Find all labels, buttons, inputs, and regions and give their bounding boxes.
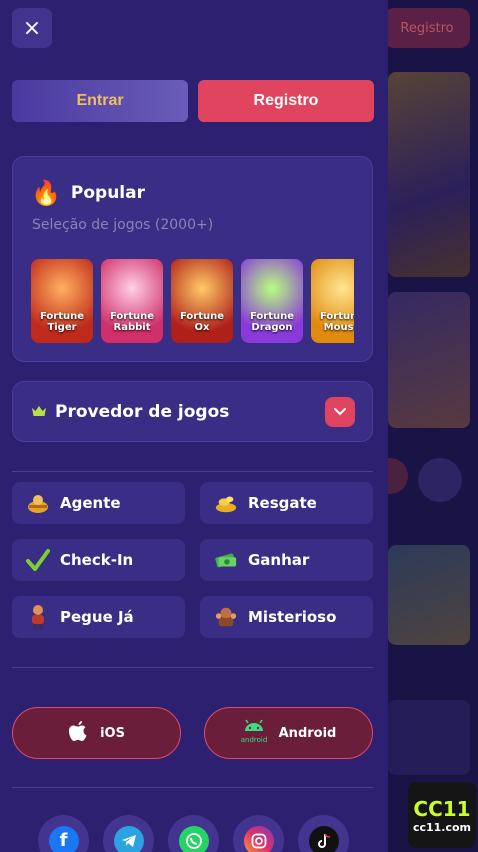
character-icon	[26, 605, 50, 630]
menu-item-misterioso[interactable]: Misterioso	[200, 596, 373, 638]
game-provider-dropdown[interactable]: Provedor de jogos	[12, 381, 373, 442]
android-icon-text: android	[241, 736, 267, 744]
menu-item-resgate[interactable]: Resgate	[200, 482, 373, 524]
game-title: Fortune Rabbit	[109, 311, 155, 333]
menu-item-agente[interactable]: Agente	[12, 482, 185, 524]
ios-download-button[interactable]: iOS	[12, 707, 181, 759]
apple-icon	[68, 720, 88, 746]
brand-logo-url: cc11.com	[412, 820, 472, 834]
whatsapp-icon	[178, 825, 209, 852]
game-title: Fortune Dragon	[249, 311, 295, 333]
social-link-facebook[interactable]: f	[38, 815, 89, 852]
chevron-down-icon[interactable]	[325, 397, 355, 427]
close-icon: ×	[22, 15, 42, 41]
divider	[12, 667, 373, 668]
menu-item-ganhar[interactable]: Ganhar	[200, 539, 373, 581]
close-button[interactable]: ×	[12, 8, 52, 48]
background-register-button: Registro	[384, 8, 470, 48]
register-button[interactable]: Registro	[198, 80, 374, 122]
background-game-tile	[388, 292, 470, 428]
telegram-icon	[113, 825, 144, 852]
game-thumbnail-fortune-mouse[interactable]: Fortune Mouse	[311, 259, 354, 343]
game-thumbnail-fortune-rabbit[interactable]: Fortune Rabbit	[101, 259, 163, 343]
popular-game-list: Fortune Tiger Fortune Rabbit Fortune Ox …	[31, 259, 354, 343]
menu-item-pegue-ja[interactable]: Pegue Já	[12, 596, 185, 638]
instagram-icon	[243, 825, 274, 852]
fire-icon: 🔥	[31, 179, 61, 207]
social-links: f	[38, 815, 349, 852]
popular-title: Popular	[70, 183, 145, 203]
checkmark-icon	[26, 548, 50, 572]
social-link-tiktok[interactable]	[298, 815, 349, 852]
auth-buttons: Entrar Registro	[12, 80, 374, 122]
android-icon: android	[240, 718, 267, 748]
tiktok-icon	[308, 825, 339, 852]
android-label: Android	[278, 725, 337, 741]
mystery-icon	[214, 605, 238, 629]
popular-header: 🔥 Popular	[31, 181, 145, 205]
divider	[12, 787, 373, 788]
background-game-tile	[388, 700, 470, 775]
menu-item-check-in[interactable]: Check-In	[12, 539, 185, 581]
menu-label: Pegue Já	[60, 608, 134, 626]
agent-icon	[26, 491, 50, 515]
popular-games-card[interactable]: 🔥 Popular Seleção de jogos (2000+) Fortu…	[12, 156, 373, 362]
game-title: Fortune Mouse	[319, 311, 354, 333]
brand-logo-text: CC11	[413, 796, 471, 821]
game-thumbnail-fortune-dragon[interactable]: Fortune Dragon	[241, 259, 303, 343]
background-game-tile	[388, 545, 470, 645]
social-link-whatsapp[interactable]	[168, 815, 219, 852]
divider	[12, 471, 373, 472]
background-search-icon	[418, 458, 462, 502]
game-title: Fortune Tiger	[39, 311, 85, 333]
menu-label: Check-In	[60, 551, 134, 569]
brand-logo-badge: CC11 cc11.com	[408, 782, 476, 848]
game-provider-label: Provedor de jogos	[55, 401, 230, 422]
game-title: Fortune Ox	[179, 311, 225, 333]
game-thumbnail-fortune-tiger[interactable]: Fortune Tiger	[31, 259, 93, 343]
popular-subtitle: Seleção de jogos (2000+)	[32, 217, 214, 233]
menu-label: Misterioso	[248, 608, 337, 626]
money-icon	[214, 548, 238, 572]
android-download-button[interactable]: android Android	[204, 707, 373, 759]
menu-label: Agente	[60, 494, 121, 512]
crown-icon	[31, 402, 47, 421]
social-link-telegram[interactable]	[103, 815, 154, 852]
side-drawer: × Entrar Registro 🔥 Popular Seleção de j…	[0, 0, 388, 852]
login-button[interactable]: Entrar	[12, 80, 188, 122]
menu-label: Ganhar	[248, 551, 310, 569]
menu-label: Resgate	[248, 494, 317, 512]
game-thumbnail-fortune-ox[interactable]: Fortune Ox	[171, 259, 233, 343]
background-game-banner	[388, 72, 470, 277]
social-link-instagram[interactable]	[233, 815, 284, 852]
ios-label: iOS	[100, 725, 125, 741]
gold-coins-icon	[214, 491, 238, 515]
facebook-icon: f	[48, 825, 79, 852]
